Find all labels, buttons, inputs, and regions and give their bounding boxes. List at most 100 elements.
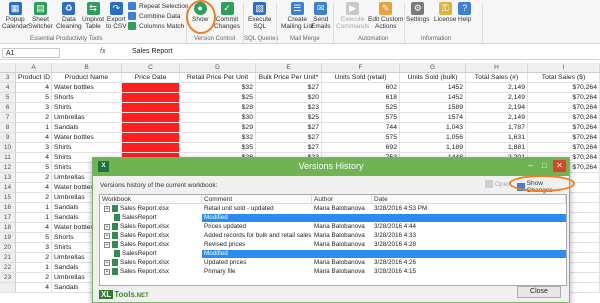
table-cell[interactable]: $25 <box>180 93 256 103</box>
table-cell[interactable]: 1,189 <box>400 143 466 153</box>
table-cell[interactable]: 5 <box>16 233 52 243</box>
table-cell[interactable]: 2 <box>16 173 52 183</box>
table-cell[interactable]: $70,264 <box>528 123 600 133</box>
table-cell[interactable]: $27 <box>256 133 322 143</box>
table-cell[interactable]: Sandals <box>52 123 122 133</box>
table-cell[interactable]: 2,149 <box>466 93 528 103</box>
unpivot-button[interactable]: ⇆ Unpivot Table <box>82 2 104 30</box>
commit-changes-button[interactable]: ✓ Commit Changes <box>214 2 240 30</box>
column-header-f[interactable]: F <box>322 63 400 73</box>
column-header-comment[interactable]: Comment <box>202 195 312 204</box>
version-row[interactable]: SalesReport Modified <box>100 250 566 259</box>
table-cell[interactable]: 1 <box>16 213 52 223</box>
version-row[interactable]: SalesReport Modified <box>100 214 566 223</box>
table-cell[interactable]: $35 <box>180 143 256 153</box>
data-button[interactable]: ♻ Data Cleaning <box>56 2 82 30</box>
table-cell[interactable]: 692 <box>322 143 400 153</box>
maximize-button[interactable]: □ <box>538 160 551 172</box>
repeat-selection-button[interactable]: Repeat Selection <box>128 2 189 10</box>
row-header[interactable]: 5 <box>0 93 16 103</box>
header-cell[interactable]: Bulk Price Per Unit* <box>256 73 322 83</box>
send-emails-button[interactable]: ✉ Send Emails <box>311 2 331 30</box>
row-header[interactable]: 19 <box>0 233 16 243</box>
table-cell[interactable]: $27 <box>256 83 322 93</box>
expand-icon[interactable]: + <box>104 205 110 212</box>
table-cell[interactable] <box>122 103 180 113</box>
table-cell[interactable]: 2,194 <box>466 103 528 113</box>
table-cell[interactable]: 2 <box>16 253 52 263</box>
row-header[interactable]: 8 <box>0 123 16 133</box>
header-cell[interactable]: Units Sold (bulk) <box>400 73 466 83</box>
header-cell[interactable]: Product Name <box>52 73 122 83</box>
version-row[interactable]: + Sales Report.xlsx Primary file Maria Balo… <box>100 268 566 276</box>
header-cell[interactable]: Units Sold (retail) <box>322 73 400 83</box>
column-header-date[interactable]: Date <box>372 195 566 204</box>
columns-match-button[interactable]: Columns Match <box>128 22 184 30</box>
expand-icon[interactable]: + <box>104 268 110 275</box>
sheet-button[interactable]: ▤ Sheet Switcher <box>28 2 53 30</box>
export-button[interactable]: ↷ Export to CSV <box>106 2 127 30</box>
table-cell[interactable]: $70,264 <box>528 143 600 153</box>
column-header-i[interactable]: I <box>528 63 600 73</box>
row-header[interactable]: 6 <box>0 103 16 113</box>
table-cell[interactable]: 1589 <box>400 103 466 113</box>
table-cell[interactable]: 1 <box>16 123 52 133</box>
open-button[interactable]: Open <box>485 180 511 188</box>
minimize-button[interactable]: – <box>524 160 537 172</box>
column-header-a[interactable]: A <box>16 63 52 73</box>
create-mailing-list-button[interactable]: ☰ Create Mailing List <box>281 2 314 30</box>
help-button[interactable]: ? Help <box>458 2 471 23</box>
version-row[interactable]: + Sales Report.xlsx Updated prices Maria Ba… <box>100 259 566 267</box>
row-header[interactable]: 18 <box>0 223 16 233</box>
row-header[interactable]: 23 <box>0 273 16 283</box>
row-header[interactable]: 16 <box>0 203 16 213</box>
row-header[interactable]: 21 <box>0 253 16 263</box>
header-cell[interactable]: Retail Price Per Unit <box>180 73 256 83</box>
table-cell[interactable]: 4 <box>16 133 52 143</box>
table-cell[interactable]: $70,264 <box>528 133 600 143</box>
table-cell[interactable]: 618 <box>322 93 400 103</box>
table-cell[interactable]: 1,043 <box>400 123 466 133</box>
table-cell[interactable]: $20 <box>256 93 322 103</box>
row-header[interactable]: 12 <box>0 163 16 173</box>
table-cell[interactable]: 2 <box>16 273 52 283</box>
table-cell[interactable]: $70,264 <box>528 113 600 123</box>
edit-custom-actions-button[interactable]: ✎ Edit Custom Actions <box>368 2 403 30</box>
table-cell[interactable] <box>122 93 180 103</box>
fx-icon[interactable]: fx <box>100 48 105 55</box>
column-header-workbook[interactable]: Workbook <box>100 195 202 204</box>
table-cell[interactable]: 1452 <box>400 83 466 93</box>
table-cell[interactable] <box>122 143 180 153</box>
table-cell[interactable]: 525 <box>322 103 400 113</box>
table-cell[interactable]: $25 <box>256 113 322 123</box>
table-cell[interactable]: 744 <box>322 123 400 133</box>
table-cell[interactable]: 1,881 <box>466 143 528 153</box>
table-cell[interactable]: $27 <box>256 143 322 153</box>
version-row[interactable]: + Sales Report.xlsx Added records for bulk… <box>100 232 566 240</box>
version-row[interactable]: + Sales Report.xlsx Revised prices Maria Ba… <box>100 241 566 249</box>
expand-icon[interactable]: + <box>104 259 110 266</box>
table-cell[interactable]: Shorts <box>52 93 122 103</box>
versions-tree[interactable]: Workbook Comment Author Date + Sales Repo… <box>99 194 567 286</box>
column-header-h[interactable]: H <box>466 63 528 73</box>
table-cell[interactable]: 4 <box>16 153 52 163</box>
row-header[interactable]: 4 <box>0 83 16 93</box>
table-cell[interactable]: 4 <box>16 223 52 233</box>
table-cell[interactable]: 575 <box>322 133 400 143</box>
header-cell[interactable]: Price Date <box>122 73 180 83</box>
table-cell[interactable] <box>122 113 180 123</box>
column-header-b[interactable]: B <box>52 63 122 73</box>
row-header[interactable]: 9 <box>0 133 16 143</box>
row-header[interactable]: 20 <box>0 243 16 253</box>
table-cell[interactable]: 4 <box>16 183 52 193</box>
popup-button[interactable]: ▦ Popup Calendar <box>2 2 28 30</box>
table-cell[interactable]: 1 <box>16 203 52 213</box>
table-cell[interactable]: 2,149 <box>466 83 528 93</box>
formula-input[interactable]: Sales Report <box>132 48 172 55</box>
table-cell[interactable]: $70,264 <box>528 103 600 113</box>
row-header[interactable]: 17 <box>0 213 16 223</box>
column-header-g[interactable]: G <box>400 63 466 73</box>
expand-icon[interactable]: + <box>104 241 110 248</box>
table-cell[interactable]: 3 <box>16 103 52 113</box>
table-cell[interactable]: 3 <box>16 143 52 153</box>
